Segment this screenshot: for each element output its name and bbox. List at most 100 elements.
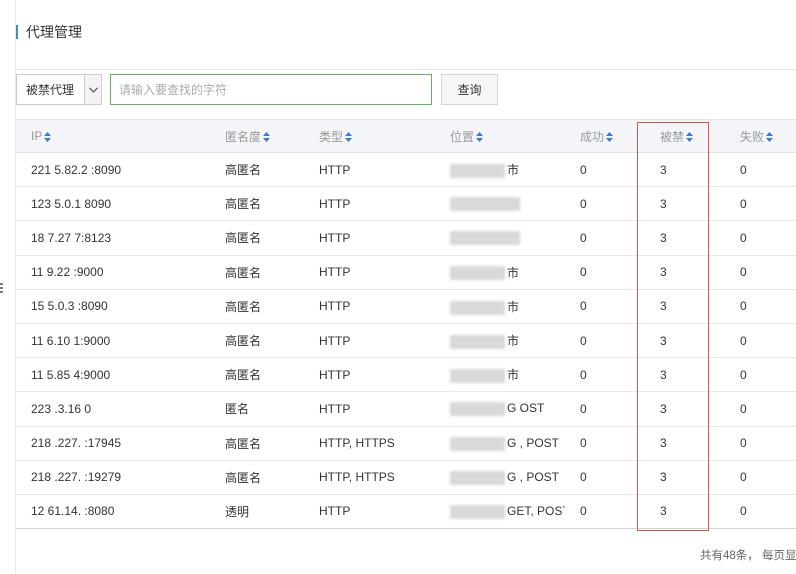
table-row[interactable]: 11 5.85 4:9000 高匿名 HTTP 市 0 3 0 [16, 357, 796, 393]
cell-failed-value: 0 [740, 401, 747, 416]
redacted-location [450, 504, 505, 519]
redacted-location [450, 369, 505, 384]
cell-ip-value: 12 61.14. :8080 [31, 504, 115, 519]
sort-icon[interactable] [606, 132, 614, 143]
redacted-location [450, 436, 505, 451]
cell-failed: 0 [725, 289, 796, 324]
table-row[interactable]: 11 6.10 1:9000 高匿名 HTTP 市 0 3 0 [16, 323, 796, 359]
proxy-filter-select[interactable]: 被禁代理 [16, 74, 102, 105]
column-header-label: 被禁 [660, 129, 685, 144]
sort-icon[interactable] [476, 132, 484, 143]
cell-ip: 218 .227. :17945 [16, 426, 210, 461]
cell-ip: 218 .227. :19279 [16, 460, 210, 495]
query-button[interactable]: 查询 [441, 74, 498, 105]
cell-location: 市 [435, 152, 565, 188]
cell-location-value: 市 [507, 334, 520, 349]
table-row[interactable]: 123 5.0.1 8090 高匿名 HTTP 0 3 0 [16, 186, 796, 222]
sort-icon[interactable] [263, 132, 271, 143]
cell-banned-value: 3 [660, 230, 667, 245]
cell-banned: 3 [645, 152, 725, 188]
cell-failed: 0 [725, 152, 796, 188]
column-header-ip[interactable]: IP [16, 119, 210, 153]
cell-location [435, 220, 565, 256]
sort-icon[interactable] [345, 132, 353, 143]
cell-banned: 3 [645, 323, 725, 359]
cell-type-value: HTTP [319, 367, 351, 382]
proxy-filter-select-value: 被禁代理 [26, 83, 75, 97]
cell-anonymity: 高匿名 [210, 426, 304, 461]
cell-failed-value: 0 [740, 470, 747, 485]
redacted-location [450, 334, 505, 349]
cell-anonymity: 高匿名 [210, 152, 304, 188]
cell-anonymity-value: 高匿名 [225, 470, 262, 485]
cell-ip-value: 11 5.85 4:9000 [31, 367, 111, 382]
proxy-table: IP 匿名度 类型 位置 成功 被禁 失败 221 5.82.2 :8090 高匿名 HTTP 市… [16, 119, 796, 530]
cell-success: 0 [565, 220, 645, 256]
cell-type-value: HTTP, HTTPS [319, 470, 395, 485]
table-row[interactable]: 218 .227. :17945 高匿名 HTTP, HTTPS G , POST 0 3… [16, 426, 796, 461]
cell-type-value: HTTP [319, 196, 351, 211]
table-row[interactable]: 218 .227. :19279 高匿名 HTTP, HTTPS G , POST 0 3… [16, 460, 796, 495]
cell-location: G , POST [435, 460, 565, 495]
cell-banned: 3 [645, 357, 725, 393]
table-row[interactable]: 11 9.22 :9000 高匿名 HTTP 市 0 3 0 [16, 255, 796, 290]
cell-location: GET, POST [435, 494, 565, 530]
redacted-location [450, 231, 520, 246]
cell-anonymity: 高匿名 [210, 460, 304, 495]
table-row[interactable]: 221 5.82.2 :8090 高匿名 HTTP 市 0 3 0 [16, 152, 796, 188]
cell-type: HTTP [304, 220, 435, 256]
table-row[interactable]: 223 .3.16 0 匿名 HTTP G OST 0 3 0 [16, 391, 796, 427]
cell-ip-value: 221 5.82.2 :8090 [31, 162, 122, 177]
cell-banned: 3 [645, 426, 725, 461]
table-row[interactable]: 12 61.14. :8080 透明 HTTP GET, POST 0 3 0 [16, 494, 796, 530]
cell-anonymity: 高匿名 [210, 255, 304, 290]
cell-location-value: 市 [507, 265, 520, 280]
header-divider [16, 69, 796, 70]
cell-anonymity-value: 高匿名 [225, 368, 262, 383]
column-header-failed[interactable]: 失败 [725, 119, 796, 153]
cell-location-value: G , POST [507, 469, 560, 484]
cell-banned-value: 3 [660, 162, 667, 177]
search-input[interactable] [110, 74, 432, 105]
cell-success-value: 0 [580, 196, 587, 211]
cell-failed: 0 [725, 220, 796, 256]
page-header: 代理管理 [16, 22, 82, 42]
cell-location: G , POST [435, 426, 565, 461]
sort-icon[interactable] [44, 131, 52, 142]
cell-location-value: 市 [507, 163, 520, 178]
column-header-success[interactable]: 成功 [565, 119, 645, 153]
column-header-label: 成功 [580, 129, 605, 144]
cell-type: HTTP [304, 152, 435, 188]
sort-icon[interactable] [766, 132, 774, 143]
column-header-type[interactable]: 类型 [304, 119, 435, 153]
cell-success: 0 [565, 391, 645, 427]
table-row[interactable]: 15 5.0.3 :8090 高匿名 HTTP 市 0 3 0 [16, 289, 796, 324]
cell-anonymity: 高匿名 [210, 186, 304, 222]
cell-success-value: 0 [580, 299, 587, 314]
cell-ip-value: 218 .227. :19279 [31, 470, 122, 485]
cell-type: HTTP [304, 323, 435, 359]
cell-type: HTTP [304, 255, 435, 290]
cell-failed: 0 [725, 426, 796, 461]
table-row[interactable]: 18 7.27 7:8123 高匿名 HTTP 0 3 0 [16, 220, 796, 256]
cell-banned-value: 3 [660, 299, 667, 314]
cell-type: HTTP [304, 391, 435, 427]
cell-location-value: 市 [507, 368, 520, 383]
column-header-label: 类型 [319, 129, 344, 144]
cell-banned: 3 [645, 186, 725, 222]
cell-failed-value: 0 [740, 504, 747, 519]
chevron-down-icon[interactable] [84, 75, 101, 104]
cell-anonymity-value: 高匿名 [225, 265, 262, 280]
cell-ip-value: 18 7.27 7:8123 [31, 230, 112, 245]
cell-failed: 0 [725, 186, 796, 222]
sort-icon[interactable] [686, 132, 694, 143]
cell-type-value: HTTP [319, 230, 351, 245]
collapse-handle-icon[interactable] [0, 283, 3, 295]
cell-success-value: 0 [580, 230, 587, 245]
cell-location-value: G , POST [507, 435, 560, 450]
cell-anonymity-value: 高匿名 [225, 334, 262, 349]
cell-success: 0 [565, 426, 645, 461]
column-header-banned[interactable]: 被禁 [645, 119, 725, 153]
column-header-location[interactable]: 位置 [435, 119, 565, 153]
column-header-anonymity[interactable]: 匿名度 [210, 119, 304, 153]
